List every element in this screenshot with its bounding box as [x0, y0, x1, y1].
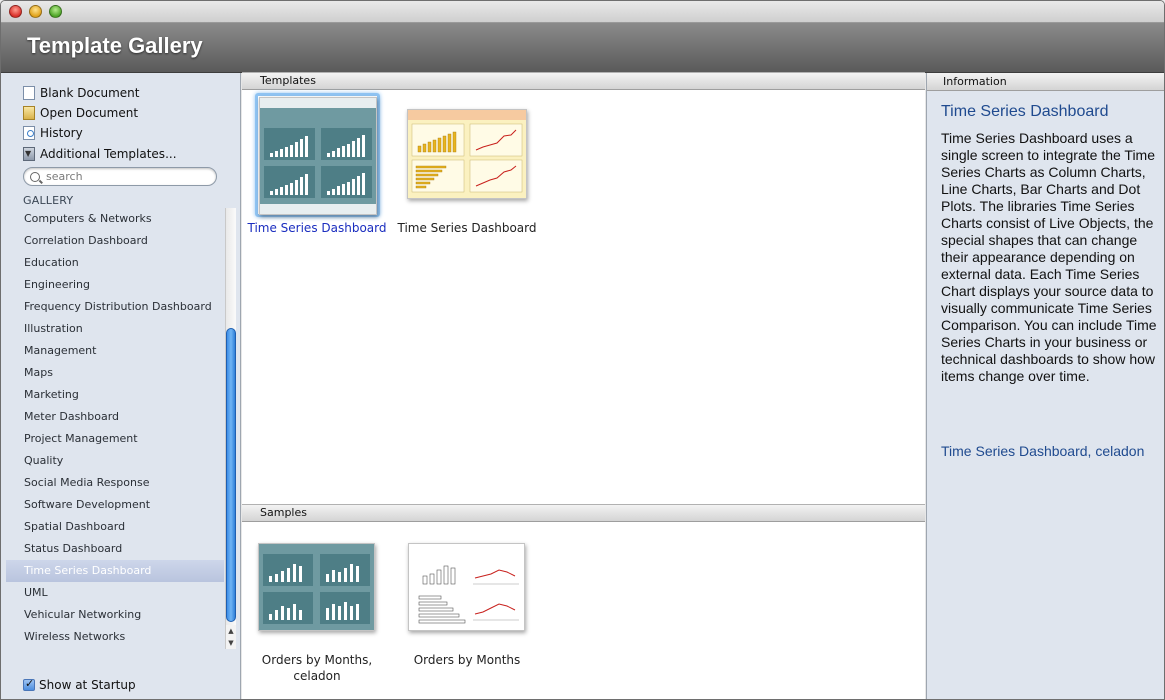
celadon-dashboard-preview — [260, 98, 376, 214]
celadon-sample-preview — [259, 544, 374, 630]
info-related-link[interactable]: Time Series Dashboard, celadon — [941, 443, 1161, 460]
sample-thumbnail-celadon[interactable] — [258, 543, 375, 631]
show-at-startup-checkbox[interactable] — [23, 677, 35, 691]
samples-section-header: Samples — [242, 504, 925, 522]
zoom-window-button[interactable] — [49, 5, 62, 18]
gallery-item[interactable]: Status Dashboard — [6, 538, 224, 560]
template-gallery-window: Template Gallery Blank Document Open Doc… — [0, 0, 1165, 700]
template-thumbnail-celadon[interactable] — [259, 97, 377, 215]
gallery-heading: GALLERY — [23, 194, 74, 207]
gallery-item[interactable]: Project Management — [6, 428, 224, 450]
gallery-item[interactable]: Education — [6, 252, 224, 274]
header-banner: Template Gallery — [1, 23, 1164, 73]
open-document-label: Open Document — [40, 106, 139, 120]
info-title: Time Series Dashboard — [941, 103, 1109, 120]
sample-thumbnail-white[interactable] — [408, 543, 525, 631]
gallery-item[interactable]: Maps — [6, 362, 224, 384]
show-at-startup-option[interactable]: Show at Startup — [23, 677, 136, 692]
template-caption[interactable]: Time Series Dashboard — [392, 220, 542, 236]
gallery-item[interactable]: Spatial Dashboard — [6, 516, 224, 538]
scroll-up-arrow[interactable]: ▲ — [225, 625, 236, 637]
additional-templates-link[interactable]: Additional Templates... — [23, 145, 177, 163]
gallery-item[interactable]: Computers & Networks — [6, 208, 224, 230]
sample-caption[interactable]: Orders by Months, celadon — [242, 652, 392, 684]
close-window-button[interactable] — [9, 5, 22, 18]
sample-caption[interactable]: Orders by Months — [392, 652, 542, 668]
gallery-item[interactable]: UML — [6, 582, 224, 604]
gallery-item[interactable]: Vehicular Networking — [6, 604, 224, 626]
gallery-item[interactable]: Frequency Distribution Dashboard — [6, 296, 224, 318]
gallery-scrollbar-thumb[interactable] — [226, 328, 236, 622]
gallery-item[interactable]: Illustration — [6, 318, 224, 340]
templates-panel: Templates Time Series Dashboard Time Ser… — [242, 72, 925, 699]
search-icon — [30, 171, 40, 182]
open-document-link[interactable]: Open Document — [23, 104, 138, 122]
blank-document-link[interactable]: Blank Document — [23, 84, 139, 102]
gallery-item-selected[interactable]: Time Series Dashboard — [6, 560, 224, 582]
sample-caption-line-1: Orders by Months, — [261, 653, 373, 667]
search-field[interactable] — [23, 167, 217, 186]
templates-section-header: Templates — [242, 72, 925, 90]
template-thumbnail-yellow[interactable] — [407, 109, 527, 199]
gallery-item[interactable]: Wireless Networks — [6, 626, 224, 648]
history-link[interactable]: History — [23, 124, 83, 142]
additional-templates-label: Additional Templates... — [40, 147, 177, 161]
blank-document-icon — [23, 86, 35, 100]
show-at-startup-label: Show at Startup — [39, 678, 136, 692]
page-title: Template Gallery — [27, 33, 203, 58]
gallery-item[interactable]: Correlation Dashboard — [6, 230, 224, 252]
scroll-down-arrow[interactable]: ▼ — [225, 637, 236, 649]
sidebar: Blank Document Open Document History Add… — [1, 73, 241, 699]
gallery-item[interactable]: Quality — [6, 450, 224, 472]
gallery-item[interactable]: Engineering — [6, 274, 224, 296]
search-input[interactable] — [46, 170, 206, 183]
information-panel: Information Time Series Dashboard Time S… — [926, 73, 1164, 699]
white-sample-preview — [409, 544, 524, 630]
history-icon — [23, 126, 35, 140]
title-bar — [1, 1, 1164, 23]
blank-document-label: Blank Document — [40, 86, 140, 100]
gallery-item[interactable]: Social Media Response — [6, 472, 224, 494]
history-label: History — [40, 126, 83, 140]
yellow-dashboard-preview — [408, 110, 526, 198]
gallery-item[interactable]: Software Development — [6, 494, 224, 516]
template-caption-selected[interactable]: Time Series Dashboard — [242, 220, 392, 236]
information-section-header: Information — [927, 73, 1164, 91]
gallery-item[interactable]: Marketing — [6, 384, 224, 406]
gallery-item[interactable]: Management — [6, 340, 224, 362]
sample-caption-line-2: celadon — [293, 669, 341, 683]
additional-templates-icon — [23, 147, 35, 161]
minimize-window-button[interactable] — [29, 5, 42, 18]
gallery-list: Computers & Networks Correlation Dashboa… — [6, 208, 224, 648]
gallery-item[interactable]: Meter Dashboard — [6, 406, 224, 428]
open-document-icon — [23, 106, 35, 120]
info-description: Time Series Dashboard uses a single scre… — [941, 130, 1157, 384]
